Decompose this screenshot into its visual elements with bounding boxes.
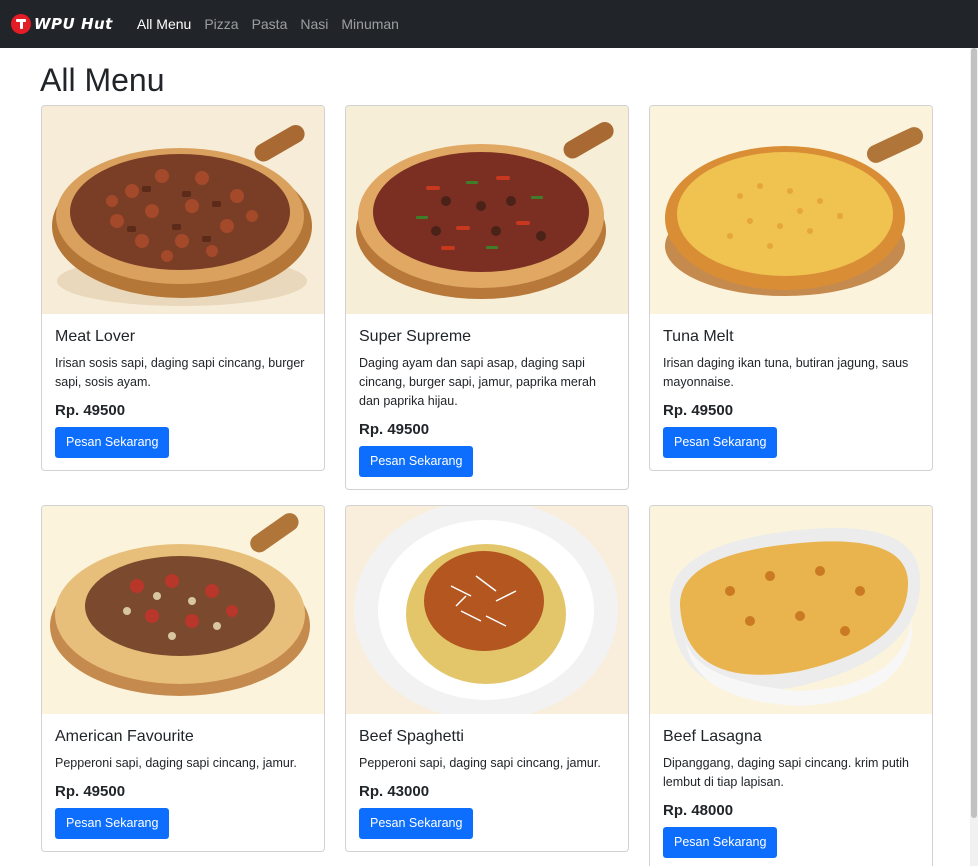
menu-item-description: Pepperoni sapi, daging sapi cincang, jam… (359, 756, 601, 770)
american-favourite-pizza-image (42, 506, 324, 714)
menu-item-price: Rp. 49500 (55, 402, 126, 419)
menu-item-name: American Favourite (55, 728, 194, 745)
menu-item-description: Dipanggang, daging sapi cincang. krim pu… (663, 756, 909, 789)
nav-links: All Menu Pizza Pasta Nasi Minuman (137, 16, 412, 32)
menu-item-name: Meat Lover (55, 328, 136, 345)
menu-item-name: Beef Spaghetti (359, 728, 464, 745)
pizza-hut-logo-icon (11, 14, 31, 34)
menu-item-price: Rp. 49500 (359, 421, 430, 438)
menu-card-beef-lasagna: Beef Lasagna Dipanggang, daging sapi cin… (649, 505, 933, 866)
beef-spaghetti-image (346, 506, 628, 714)
page-title: All Menu (40, 62, 165, 98)
scrollbar-thumb[interactable] (971, 48, 977, 818)
card-body: Beef Spaghetti Pepperoni sapi, daging sa… (346, 714, 628, 851)
menu-item-price: Rp. 43000 (359, 783, 430, 800)
card-body: Meat Lover Irisan sosis sapi, daging sap… (42, 314, 324, 470)
navbar: WPU Hut All Menu Pizza Pasta Nasi Minuma… (0, 0, 978, 48)
meat-lover-pizza-image (42, 106, 324, 314)
menu-card-american-favourite: American Favourite Pepperoni sapi, dagin… (41, 505, 325, 852)
menu-item-price: Rp. 48000 (663, 802, 734, 819)
card-body: American Favourite Pepperoni sapi, dagin… (42, 714, 324, 851)
order-now-button[interactable]: Pesan Sekarang (663, 427, 778, 458)
card-body: Super Supreme Daging ayam dan sapi asap,… (346, 314, 628, 489)
menu-card-meat-lover: Meat Lover Irisan sosis sapi, daging sap… (41, 105, 325, 471)
brand[interactable]: WPU Hut (11, 14, 113, 34)
menu-item-description: Pepperoni sapi, daging sapi cincang, jam… (55, 756, 297, 770)
menu-item-description: Irisan daging ikan tuna, butiran jagung,… (663, 356, 909, 389)
brand-name: WPU Hut (34, 15, 113, 33)
order-now-button[interactable]: Pesan Sekarang (663, 827, 778, 858)
beef-lasagna-image (650, 506, 932, 714)
nav-link-pasta[interactable]: Pasta (252, 16, 288, 32)
menu-card-super-supreme: Super Supreme Daging ayam dan sapi asap,… (345, 105, 629, 490)
nav-link-nasi[interactable]: Nasi (300, 16, 328, 32)
menu-item-name: Beef Lasagna (663, 728, 762, 745)
menu-card-beef-spaghetti: Beef Spaghetti Pepperoni sapi, daging sa… (345, 505, 629, 852)
order-now-button[interactable]: Pesan Sekarang (359, 808, 474, 839)
menu-item-description: Irisan sosis sapi, daging sapi cincang, … (55, 356, 305, 389)
menu-item-price: Rp. 49500 (663, 402, 734, 419)
nav-link-pizza[interactable]: Pizza (204, 16, 238, 32)
order-now-button[interactable]: Pesan Sekarang (55, 808, 170, 839)
super-supreme-pizza-image (346, 106, 628, 314)
nav-link-all-menu[interactable]: All Menu (137, 16, 191, 32)
nav-link-minuman[interactable]: Minuman (341, 16, 399, 32)
menu-card-tuna-melt: Tuna Melt Irisan daging ikan tuna, butir… (649, 105, 933, 471)
card-body: Beef Lasagna Dipanggang, daging sapi cin… (650, 714, 932, 866)
card-body: Tuna Melt Irisan daging ikan tuna, butir… (650, 314, 932, 470)
order-now-button[interactable]: Pesan Sekarang (359, 446, 474, 477)
menu-item-price: Rp. 49500 (55, 783, 126, 800)
menu-item-description: Daging ayam dan sapi asap, daging sapi c… (359, 356, 596, 408)
menu-item-name: Super Supreme (359, 328, 472, 345)
tuna-melt-pizza-image (650, 106, 932, 314)
order-now-button[interactable]: Pesan Sekarang (55, 427, 170, 458)
menu-item-name: Tuna Melt (663, 328, 734, 345)
